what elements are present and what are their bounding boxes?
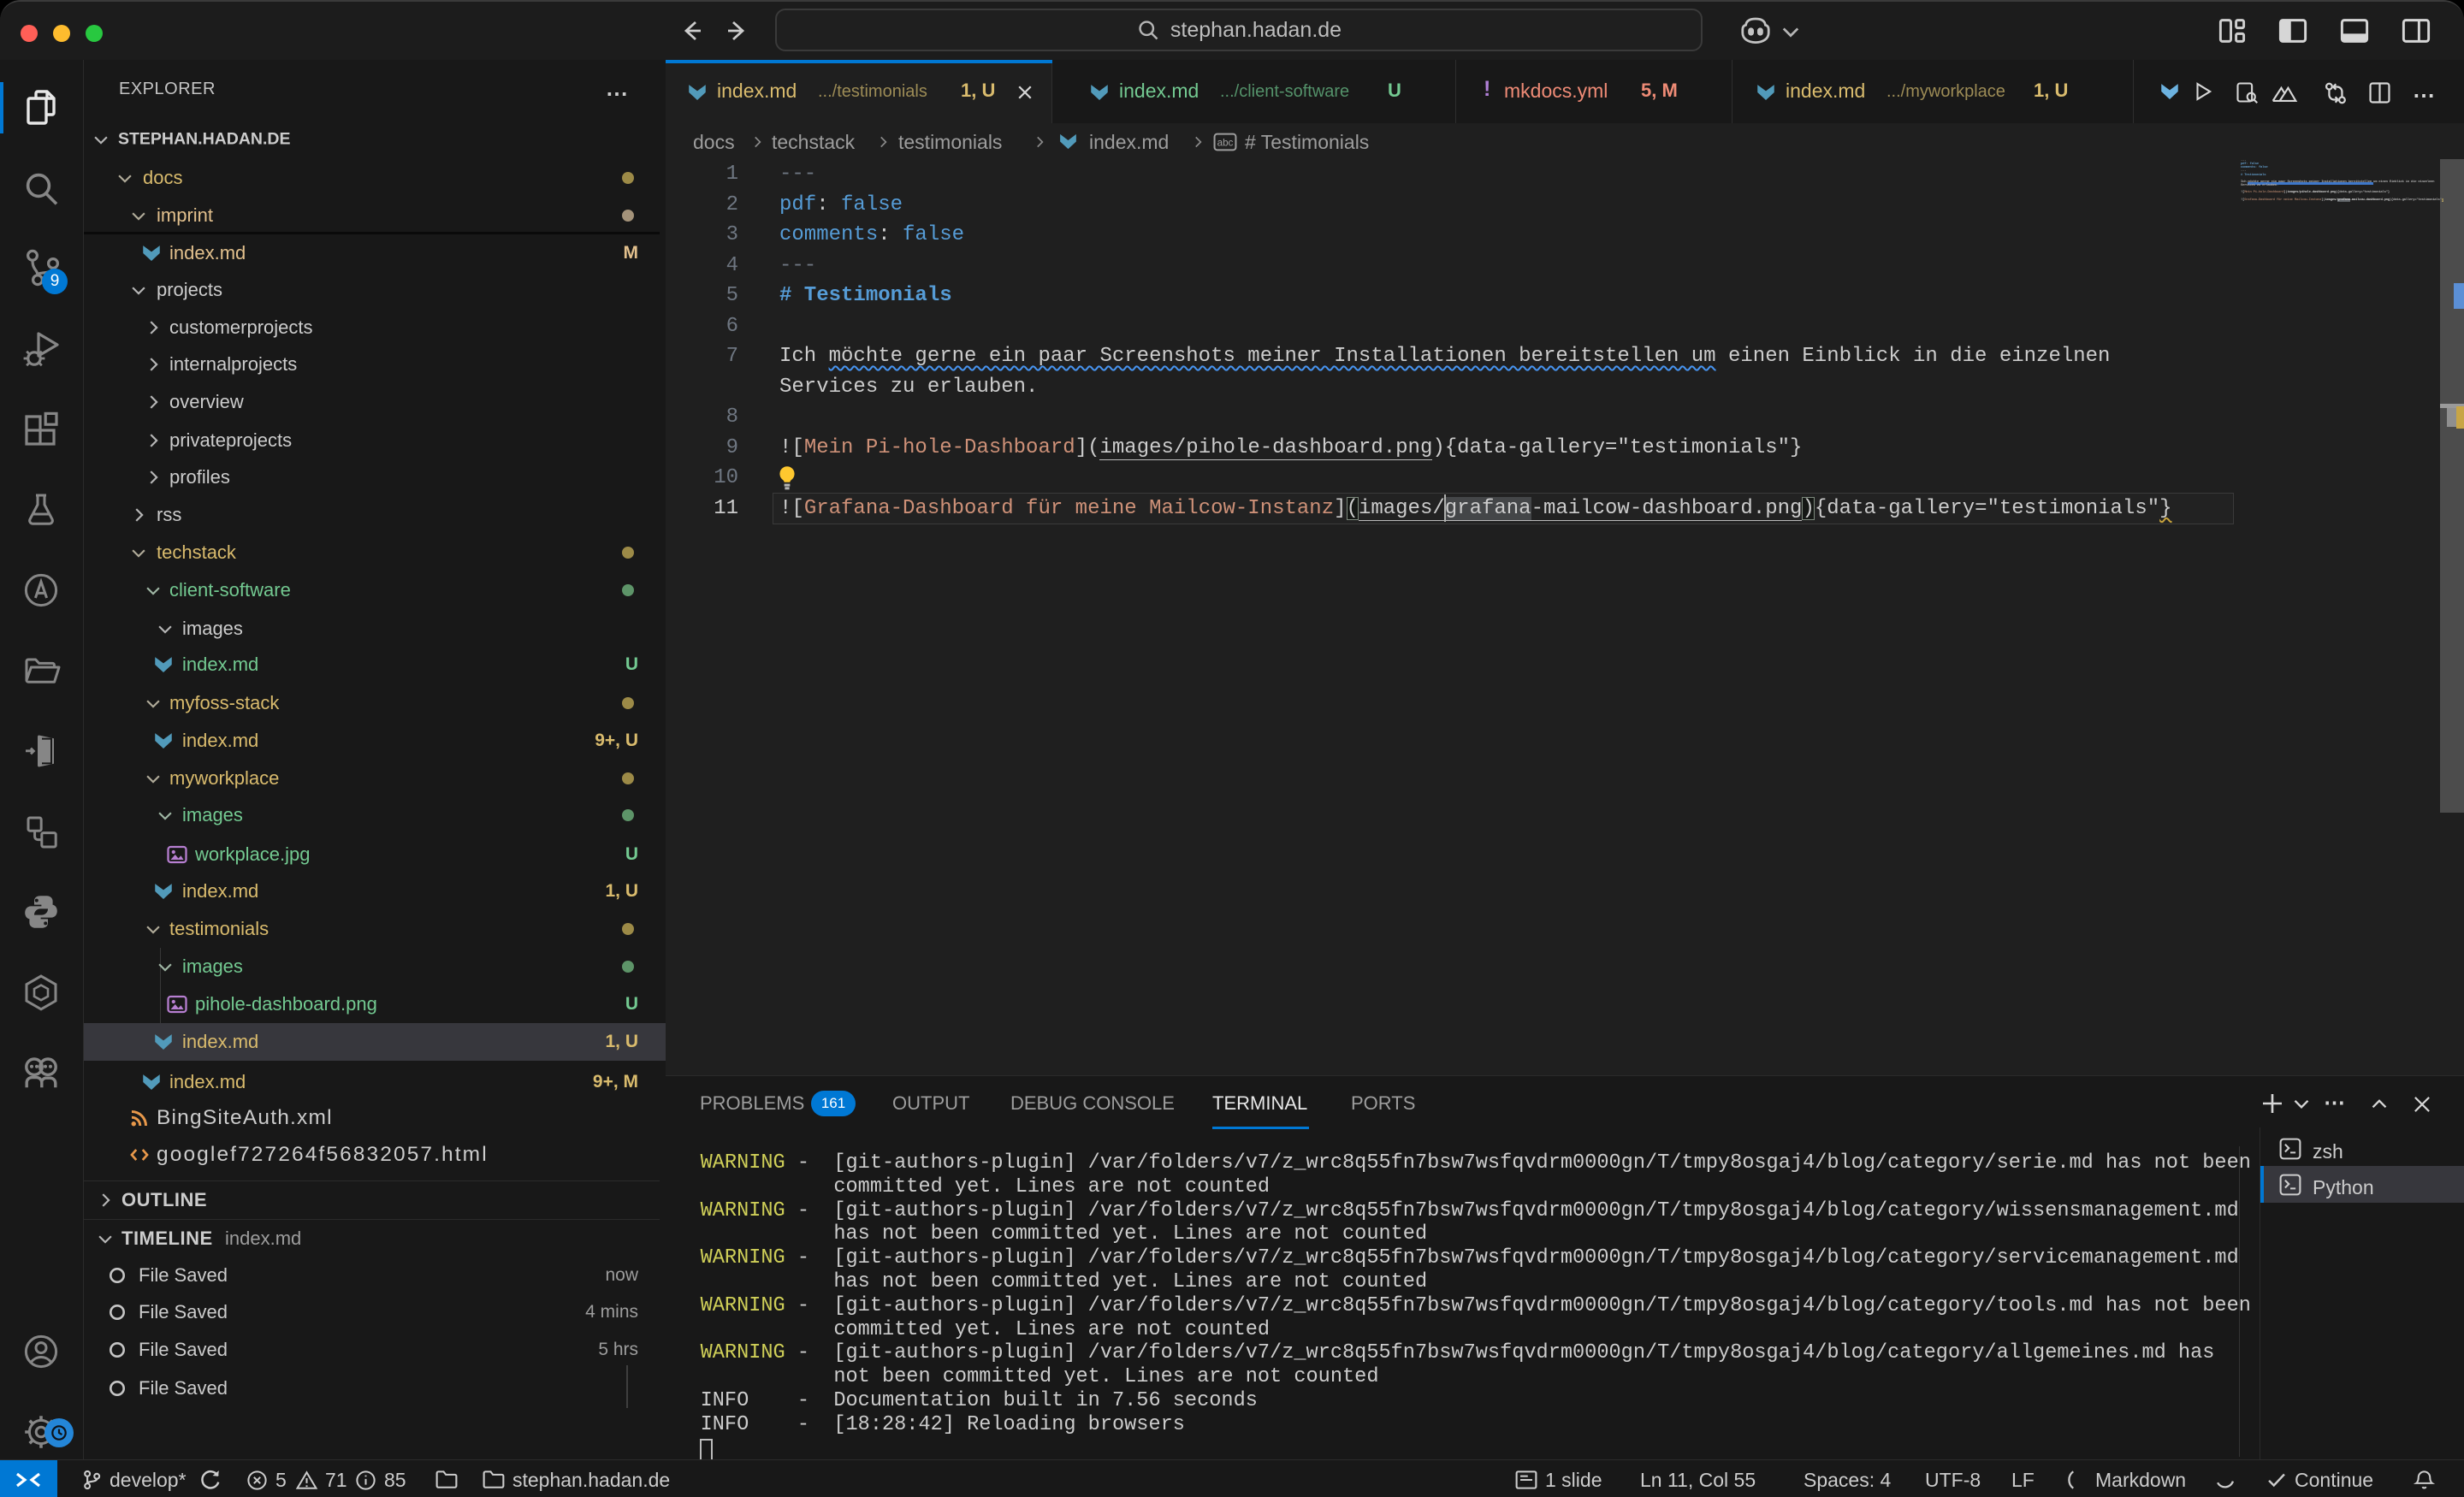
svg-text:abc: abc — [1217, 138, 1234, 149]
